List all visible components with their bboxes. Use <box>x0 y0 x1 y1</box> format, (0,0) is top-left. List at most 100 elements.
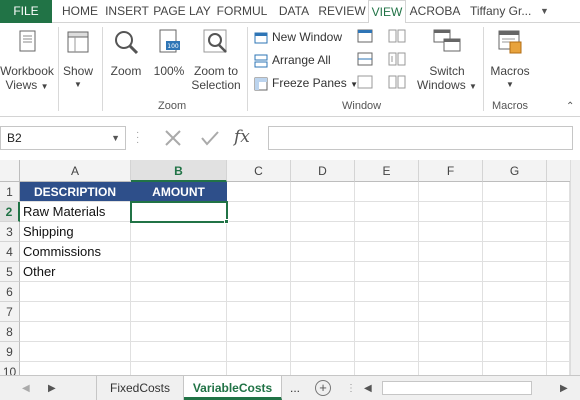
grid-cell[interactable] <box>547 262 570 282</box>
zoom-to-selection-button[interactable]: Zoom to Selection <box>188 27 244 92</box>
user-account-name[interactable]: Tiffany Gr... <box>470 0 531 23</box>
row-header-2[interactable]: 2 <box>0 202 20 222</box>
grid-cell[interactable] <box>419 202 483 222</box>
cell-a4[interactable]: Commissions <box>20 242 131 262</box>
tab-acrobat[interactable]: ACROBA <box>408 0 462 23</box>
row-header-3[interactable]: 3 <box>0 222 20 242</box>
grid-cell[interactable] <box>291 182 355 202</box>
grid-cell[interactable] <box>355 322 419 342</box>
row-header-5[interactable]: 5 <box>0 262 20 282</box>
grid-cell[interactable] <box>355 182 419 202</box>
show-button[interactable]: Show ▼ <box>60 27 96 92</box>
cell-b5[interactable] <box>131 262 227 282</box>
column-header-h[interactable] <box>547 160 570 182</box>
grid-cell[interactable] <box>291 222 355 242</box>
previous-sheet-icon[interactable]: ◀ <box>22 376 30 400</box>
column-header-d[interactable]: D <box>291 160 355 182</box>
tab-page-layout[interactable]: PAGE LAY <box>152 0 212 23</box>
row-header-9[interactable]: 9 <box>0 342 20 362</box>
grid-cell[interactable] <box>419 262 483 282</box>
macros-button[interactable]: Macros ▼ <box>486 27 534 92</box>
grid-cell[interactable] <box>547 342 570 362</box>
grid-cell[interactable] <box>291 242 355 262</box>
grid-cell[interactable] <box>483 342 547 362</box>
insert-function-icon[interactable]: fx <box>234 127 250 147</box>
scroll-right-icon[interactable]: ▶ <box>560 376 568 400</box>
horizontal-scrollbar-thumb[interactable] <box>382 381 532 395</box>
grid-cell[interactable] <box>547 302 570 322</box>
grid-cell[interactable] <box>227 222 291 242</box>
grid-cell[interactable] <box>291 262 355 282</box>
vertical-scrollbar[interactable] <box>570 160 580 375</box>
grid-cell[interactable] <box>20 302 131 322</box>
grid-cell[interactable] <box>291 202 355 222</box>
grid-cell[interactable] <box>547 362 570 375</box>
grid-cell[interactable] <box>227 182 291 202</box>
grid-cell[interactable] <box>227 202 291 222</box>
grid-cell[interactable] <box>483 302 547 322</box>
resize-handle-icon[interactable]: · · · <box>136 128 139 148</box>
grid-cell[interactable] <box>483 222 547 242</box>
tab-view[interactable]: VIEW <box>368 0 406 24</box>
tab-home[interactable]: HOME <box>58 0 102 23</box>
select-all-button[interactable] <box>0 160 20 182</box>
grid-cell[interactable] <box>547 282 570 302</box>
grid-cell[interactable] <box>227 282 291 302</box>
grid-cell[interactable] <box>355 342 419 362</box>
cancel-icon[interactable] <box>165 130 181 146</box>
grid-cell[interactable] <box>355 282 419 302</box>
grid-cell[interactable] <box>547 222 570 242</box>
grid-cell[interactable] <box>355 362 419 375</box>
cell-b2[interactable] <box>131 202 227 222</box>
tab-review[interactable]: REVIEW <box>318 0 366 23</box>
sheet-tab-fixedcosts[interactable]: FixedCosts <box>96 376 184 400</box>
grid-cell[interactable] <box>20 282 131 302</box>
grid-cell[interactable] <box>419 322 483 342</box>
grid-cell[interactable] <box>483 262 547 282</box>
grid-cell[interactable] <box>355 222 419 242</box>
synchronous-scrolling-icon[interactable] <box>388 52 406 69</box>
grid-cell[interactable] <box>20 322 131 342</box>
arrange-all-button[interactable]: Arrange All <box>254 50 331 70</box>
tab-formulas[interactable]: FORMUL <box>214 0 270 23</box>
tab-file[interactable]: FILE <box>0 0 52 23</box>
workbook-views-button[interactable]: Workbook Views ▼ <box>0 27 54 94</box>
grid-cell[interactable] <box>227 302 291 322</box>
grid-cell[interactable] <box>291 342 355 362</box>
column-header-g[interactable]: G <box>483 160 547 182</box>
collapse-ribbon-icon[interactable]: ⌃ <box>566 101 574 112</box>
grid-cell[interactable] <box>419 222 483 242</box>
chevron-down-icon[interactable]: ▼ <box>540 0 549 23</box>
row-header-10[interactable]: 10 <box>0 362 20 375</box>
grid-cell[interactable] <box>291 302 355 322</box>
grid-cell[interactable] <box>291 322 355 342</box>
grid-cell[interactable] <box>419 342 483 362</box>
grid-cell[interactable] <box>419 302 483 322</box>
row-header-1[interactable]: 1 <box>0 182 20 202</box>
freeze-panes-button[interactable]: Freeze Panes ▼ <box>254 73 358 93</box>
grid-cell[interactable] <box>547 202 570 222</box>
grid-cell[interactable] <box>419 282 483 302</box>
grid-cell[interactable] <box>483 202 547 222</box>
chevron-down-icon[interactable]: ▼ <box>111 127 120 149</box>
grid-cell[interactable] <box>355 262 419 282</box>
grid-cell[interactable] <box>483 282 547 302</box>
grid-cell[interactable] <box>355 302 419 322</box>
zoom-100-button[interactable]: 100 100% <box>150 27 188 78</box>
grid-cell[interactable] <box>227 322 291 342</box>
cell-a3[interactable]: Shipping <box>20 222 131 242</box>
grid-cell[interactable] <box>355 202 419 222</box>
grid-cell[interactable] <box>355 242 419 262</box>
tab-insert[interactable]: INSERT <box>104 0 150 23</box>
grid-cell[interactable] <box>483 322 547 342</box>
grid-cell[interactable] <box>291 362 355 375</box>
grid-cell[interactable] <box>131 302 227 322</box>
grid-cell[interactable] <box>227 242 291 262</box>
scroll-left-icon[interactable]: ◀ <box>364 376 372 400</box>
grid-cell[interactable] <box>131 282 227 302</box>
cell-a2[interactable]: Raw Materials <box>20 202 131 222</box>
column-header-a[interactable]: A <box>20 160 131 182</box>
new-window-button[interactable]: New Window <box>254 27 342 47</box>
cell-b4[interactable] <box>131 242 227 262</box>
grid-cell[interactable] <box>483 242 547 262</box>
